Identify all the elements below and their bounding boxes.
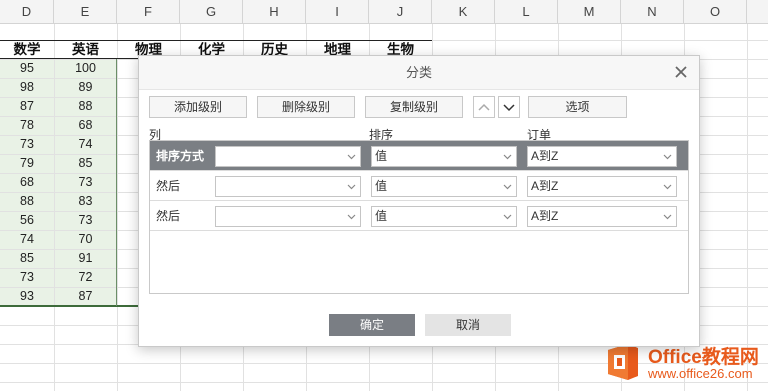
cancel-button[interactable]: 取消 <box>425 314 511 336</box>
cell-english[interactable]: 73 <box>54 211 117 230</box>
chevron-down-icon <box>663 214 672 220</box>
sort-on-select[interactable]: 值 <box>371 176 517 197</box>
cell-english[interactable]: 91 <box>54 249 117 268</box>
add-level-button[interactable]: 添加级别 <box>149 96 247 118</box>
cell-math[interactable]: 95 <box>0 59 54 78</box>
cell-math[interactable]: 85 <box>0 249 54 268</box>
cell-english[interactable]: 88 <box>54 97 117 116</box>
column-header-h[interactable]: H <box>243 0 306 24</box>
cell-math[interactable]: 78 <box>0 116 54 135</box>
header-cell-math[interactable]: 数学 <box>0 40 54 59</box>
cell-english[interactable]: 100 <box>54 59 117 78</box>
column-header-bar: D E F G H I J K L M N O <box>0 0 768 24</box>
column-header-d[interactable]: D <box>0 0 54 24</box>
sort-on-select[interactable]: 值 <box>371 146 517 167</box>
copy-level-button[interactable]: 复制级别 <box>365 96 463 118</box>
sort-on-select[interactable]: 值 <box>371 206 517 227</box>
header-cell-english[interactable]: 英语 <box>54 40 117 59</box>
sort-level-row[interactable]: 排序方式 值 A到Z <box>150 141 688 171</box>
column-select[interactable] <box>215 146 361 167</box>
header-row-top-border <box>0 40 432 41</box>
move-up-button[interactable] <box>473 96 495 118</box>
column-header-n[interactable]: N <box>621 0 684 24</box>
cell-math[interactable]: 68 <box>0 173 54 192</box>
dialog-title: 分类 <box>405 65 432 80</box>
column-header-l[interactable]: L <box>495 0 558 24</box>
chevron-down-icon <box>503 184 512 190</box>
column-select[interactable] <box>215 206 361 227</box>
column-header-m[interactable]: M <box>558 0 621 24</box>
column-header-e[interactable]: E <box>54 0 117 24</box>
chevron-down-icon <box>663 154 672 160</box>
column-header-f[interactable]: F <box>117 0 180 24</box>
column-select[interactable] <box>215 176 361 197</box>
sort-level-row[interactable]: 然后 值 A到Z <box>150 171 688 201</box>
chevron-down-icon <box>503 214 512 220</box>
cell-english[interactable]: 83 <box>54 192 117 211</box>
watermark-url: www.office26.com <box>648 366 753 381</box>
chevron-up-icon <box>478 103 490 111</box>
sort-on-select-value: 值 <box>375 149 388 163</box>
cell-math[interactable]: 93 <box>0 287 54 306</box>
order-select[interactable]: A到Z <box>527 206 677 227</box>
order-select[interactable]: A到Z <box>527 176 677 197</box>
cell-english[interactable]: 73 <box>54 173 117 192</box>
chevron-down-icon <box>347 154 356 160</box>
selection-border-bottom <box>0 305 138 307</box>
cell-english[interactable]: 68 <box>54 116 117 135</box>
sort-levels-table: 排序方式 值 A到Z 然后 值 A到Z 然后 值 A到Z <box>149 140 689 294</box>
order-select[interactable]: A到Z <box>527 146 677 167</box>
move-down-button[interactable] <box>498 96 520 118</box>
chevron-down-icon <box>503 154 512 160</box>
order-select-value: A到Z <box>531 179 559 193</box>
cell-math[interactable]: 87 <box>0 97 54 116</box>
office-logo-icon <box>608 344 638 380</box>
column-header-k[interactable]: K <box>432 0 495 24</box>
order-select-value: A到Z <box>531 149 559 163</box>
close-icon[interactable] <box>673 64 689 80</box>
column-header-i[interactable]: I <box>306 0 369 24</box>
column-header-g[interactable]: G <box>180 0 243 24</box>
dialog-titlebar[interactable]: 分类 <box>139 56 699 90</box>
options-button[interactable]: 选项 <box>528 96 627 118</box>
sort-level-label: 排序方式 <box>156 149 205 163</box>
cell-math[interactable]: 74 <box>0 230 54 249</box>
column-header-o[interactable]: O <box>684 0 747 24</box>
cell-english[interactable]: 89 <box>54 78 117 97</box>
chevron-down-icon <box>347 214 356 220</box>
delete-level-button[interactable]: 删除级别 <box>257 96 355 118</box>
cell-math[interactable]: 88 <box>0 192 54 211</box>
chevron-down-icon <box>503 104 515 112</box>
cell-english[interactable]: 70 <box>54 230 117 249</box>
chevron-down-icon <box>347 184 356 190</box>
cell-math[interactable]: 56 <box>0 211 54 230</box>
ok-button[interactable]: 确定 <box>329 314 415 336</box>
cell-english[interactable]: 85 <box>54 154 117 173</box>
sort-level-row[interactable]: 然后 值 A到Z <box>150 201 688 231</box>
order-select-value: A到Z <box>531 209 559 223</box>
cell-math[interactable]: 98 <box>0 78 54 97</box>
cell-math[interactable]: 79 <box>0 154 54 173</box>
sort-on-select-value: 值 <box>375 179 388 193</box>
sort-on-select-value: 值 <box>375 209 388 223</box>
cell-english[interactable]: 72 <box>54 268 117 287</box>
sort-level-label: 然后 <box>156 209 181 223</box>
cell-math[interactable]: 73 <box>0 135 54 154</box>
cell-english[interactable]: 87 <box>54 287 117 306</box>
chevron-down-icon <box>663 184 672 190</box>
sort-dialog: 分类 添加级别 删除级别 复制级别 选项 列 排序 订单 排序方式 值 A到Z … <box>138 55 700 347</box>
cell-math[interactable]: 73 <box>0 268 54 287</box>
sort-level-label: 然后 <box>156 179 181 193</box>
column-header-j[interactable]: J <box>369 0 432 24</box>
cell-english[interactable]: 74 <box>54 135 117 154</box>
selection-border-right <box>116 59 117 306</box>
